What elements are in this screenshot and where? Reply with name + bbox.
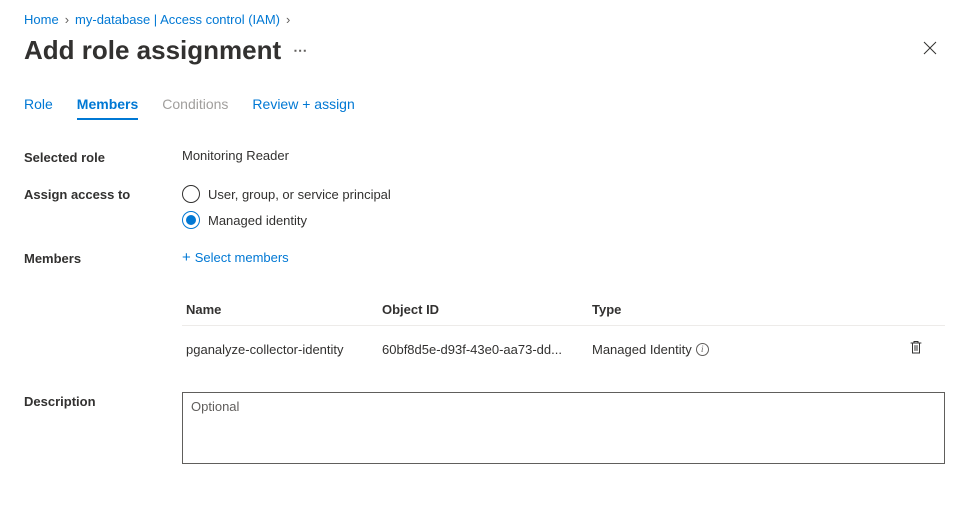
trash-icon <box>909 340 923 355</box>
assign-access-label: Assign access to <box>24 185 182 202</box>
breadcrumb: Home › my-database | Access control (IAM… <box>24 12 945 27</box>
radio-icon <box>182 211 200 229</box>
close-icon <box>923 41 937 55</box>
member-type: Managed Identity <box>592 342 692 357</box>
select-members-button[interactable]: + Select members <box>182 249 289 266</box>
close-button[interactable] <box>915 37 945 64</box>
tab-review-assign[interactable]: Review + assign <box>252 96 354 120</box>
more-actions-icon[interactable]: ⋯ <box>293 42 308 59</box>
breadcrumb-home[interactable]: Home <box>24 12 59 27</box>
selected-role-value: Monitoring Reader <box>182 148 945 163</box>
col-header-name: Name <box>182 302 382 317</box>
page-title: Add role assignment <box>24 35 281 66</box>
breadcrumb-resource[interactable]: my-database | Access control (IAM) <box>75 12 280 27</box>
tabs: Role Members Conditions Review + assign <box>24 96 945 120</box>
member-name: pganalyze-collector-identity <box>182 342 382 357</box>
plus-icon: + <box>182 249 191 266</box>
info-icon[interactable]: i <box>696 343 709 356</box>
chevron-right-icon: › <box>286 12 290 27</box>
description-input[interactable] <box>182 392 945 464</box>
chevron-right-icon: › <box>65 12 69 27</box>
table-row: pganalyze-collector-identity 60bf8d5e-d9… <box>182 326 945 372</box>
assign-access-radio-group: User, group, or service principal Manage… <box>182 185 945 229</box>
col-header-type: Type <box>592 302 762 317</box>
description-label: Description <box>24 392 182 409</box>
col-header-object-id: Object ID <box>382 302 592 317</box>
selected-role-label: Selected role <box>24 148 182 165</box>
members-table: Name Object ID Type pganalyze-collector-… <box>182 302 945 372</box>
member-object-id: 60bf8d5e-d93f-43e0-aa73-dd... <box>382 342 592 357</box>
radio-label: Managed identity <box>208 213 307 228</box>
select-members-label: Select members <box>195 250 289 265</box>
tab-role[interactable]: Role <box>24 96 53 120</box>
tab-conditions: Conditions <box>162 96 228 120</box>
title-row: Add role assignment ⋯ <box>24 35 945 66</box>
tab-members[interactable]: Members <box>77 96 138 120</box>
members-label: Members <box>24 249 182 266</box>
radio-managed-identity[interactable]: Managed identity <box>182 211 945 229</box>
radio-label: User, group, or service principal <box>208 187 391 202</box>
delete-member-button[interactable] <box>907 338 925 360</box>
radio-user-group[interactable]: User, group, or service principal <box>182 185 945 203</box>
radio-icon <box>182 185 200 203</box>
